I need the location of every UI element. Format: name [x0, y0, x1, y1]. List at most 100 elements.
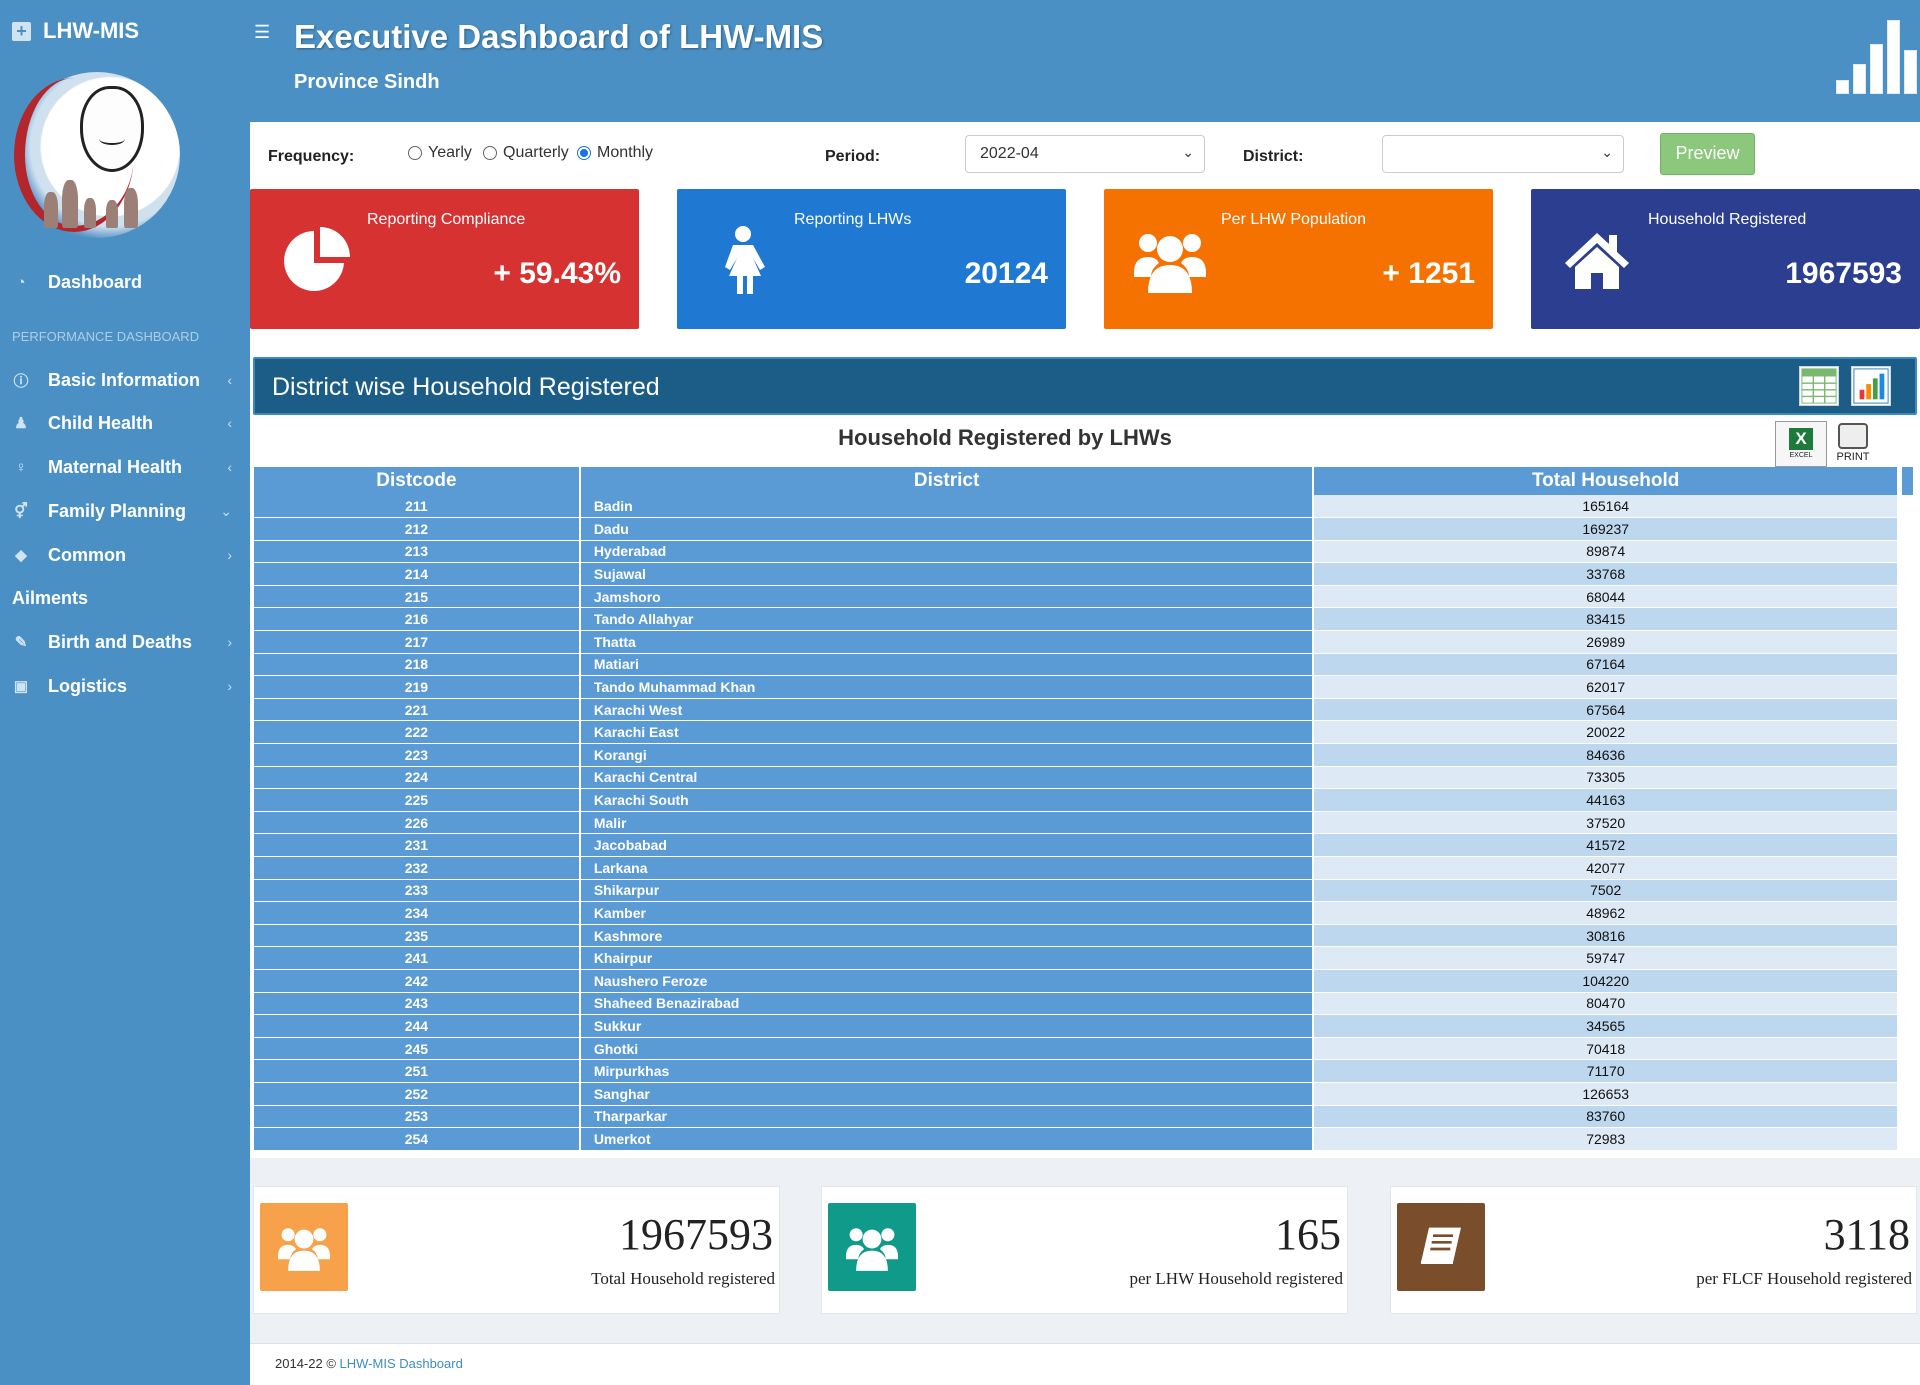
stat-label: per FLCF Household registered	[1696, 1269, 1912, 1288]
table-row: 218 Matiari 67164	[254, 653, 1899, 677]
table-row: 225 Karachi South 44163	[254, 788, 1899, 812]
sidebar-item-child-health[interactable]: ♟ Child Health ‹	[0, 405, 250, 441]
column-header-distcode[interactable]: Distcode	[254, 467, 581, 495]
sidebar-item-label: Dashboard	[48, 271, 143, 292]
card-per-lhw-population: Per LHW Population + 1251	[1104, 189, 1493, 329]
cell-total-household: 34565	[1313, 1014, 1899, 1038]
card-reporting-lhws: Reporting LHWs 20124	[677, 189, 1066, 329]
card-title: Reporting LHWs	[794, 211, 912, 228]
pie-chart-icon	[284, 227, 350, 291]
export-excel-button[interactable]: X EXCEL	[1775, 421, 1827, 467]
cell-distcode: 254	[254, 1127, 581, 1151]
lhw-logo	[14, 72, 180, 238]
cell-distcode: 231	[254, 833, 581, 857]
cell-district: Sanghar	[579, 1082, 1315, 1106]
table-row: 232 Larkana 42077	[254, 856, 1899, 880]
table-view-icon[interactable]	[1799, 366, 1839, 406]
cell-total-household: 67164	[1313, 653, 1899, 677]
cell-distcode: 225	[254, 788, 581, 812]
info-icon: ⓘ	[13, 372, 29, 390]
household-table: Distcode District Total Household 211 Bad…	[254, 467, 1899, 1151]
wrench-icon: ✎	[14, 634, 28, 651]
sidebar-item-label: Common	[48, 544, 126, 565]
radio-circle[interactable]	[483, 146, 497, 160]
cell-distcode: 233	[254, 879, 581, 903]
print-label: PRINT	[1836, 451, 1870, 463]
sidebar-item-birth-and-deaths[interactable]: ✎ Birth and Deaths ›	[0, 624, 250, 660]
cell-distcode: 211	[254, 495, 581, 519]
preview-button[interactable]: Preview	[1660, 133, 1755, 175]
cell-district: Larkana	[579, 856, 1315, 880]
period-label: Period:	[825, 148, 881, 165]
printer-icon	[1838, 423, 1868, 449]
cell-district: Karachi East	[579, 720, 1315, 745]
menu-toggle-icon[interactable]: ☰	[254, 22, 270, 43]
cell-district: Tando Allahyar	[579, 607, 1315, 632]
card-title: Household Registered	[1648, 211, 1807, 228]
chevron-right-icon: ›	[227, 634, 232, 650]
radio-yearly[interactable]: Yearly	[408, 144, 472, 162]
cell-district: Naushero Feroze	[579, 969, 1315, 993]
district-select[interactable]: ⌄	[1382, 135, 1624, 173]
chart-view-icon[interactable]	[1851, 366, 1891, 406]
cell-district: Karachi West	[579, 698, 1315, 722]
table-row: 253 Tharparkar 83760	[254, 1105, 1899, 1129]
sidebar-item-logistics[interactable]: ▣ Logistics ›	[0, 668, 250, 704]
stat-label: per LHW Household registered	[1129, 1269, 1343, 1288]
brand[interactable]: + LHW-MIS	[12, 18, 139, 44]
sidebar-item-basic-information[interactable]: ⓘ Basic Information ‹	[0, 362, 250, 398]
period-select[interactable]: 2022-04 ⌄	[965, 135, 1205, 173]
table-row: 231 Jacobabad 41572	[254, 833, 1899, 857]
cell-district: Shikarpur	[579, 879, 1315, 903]
medkit-icon: ▣	[13, 678, 29, 695]
cell-total-household: 30816	[1313, 924, 1899, 948]
sidebar-item-ailments[interactable]: Ailments	[0, 580, 250, 616]
radio-circle-selected[interactable]	[577, 146, 591, 160]
table-scrollbar[interactable]	[1902, 467, 1913, 495]
cell-district: Kashmore	[579, 924, 1315, 948]
column-header-total-household[interactable]: Total Household	[1313, 467, 1899, 495]
footer-link[interactable]: LHW-MIS Dashboard	[340, 1356, 463, 1371]
column-header-district[interactable]: District	[579, 467, 1315, 495]
filter-bar: Frequency: Yearly Quarterly Monthly Peri…	[250, 122, 1920, 190]
radio-label: Quarterly	[503, 144, 569, 161]
cell-distcode: 235	[254, 924, 581, 948]
dashboard-icon: ◔	[16, 273, 26, 291]
footer: 2014-22 © LHW-MIS Dashboard	[250, 1343, 1920, 1385]
radio-label: Monthly	[597, 144, 654, 161]
cell-distcode: 241	[254, 946, 581, 970]
cell-total-household: 41572	[1313, 833, 1899, 857]
cell-total-household: 67564	[1313, 698, 1899, 722]
cell-district: Badin	[579, 495, 1315, 519]
district-label: District:	[1243, 148, 1304, 165]
page-title: Executive Dashboard of LHW-MIS	[294, 18, 824, 55]
cell-distcode: 252	[254, 1082, 581, 1106]
sidebar-item-common[interactable]: ◆ Common ›	[0, 537, 250, 573]
radio-circle[interactable]	[408, 146, 422, 160]
chevron-right-icon: ›	[227, 678, 232, 694]
plus-square-icon: +	[12, 21, 31, 41]
cell-district: Jamshoro	[579, 585, 1315, 609]
table-header-row: Distcode District Total Household	[254, 467, 1899, 495]
cell-total-household: 20022	[1313, 720, 1899, 745]
sidebar-item-maternal-health[interactable]: ♀ Maternal Health ‹	[0, 449, 250, 485]
cell-distcode: 234	[254, 901, 581, 925]
table-row: 251 Mirpurkhas 71170	[254, 1059, 1899, 1083]
radio-quarterly[interactable]: Quarterly	[483, 144, 569, 162]
footer-text: 2014-22 ©	[275, 1356, 340, 1371]
cell-total-household: 83415	[1313, 607, 1899, 632]
print-button[interactable]: PRINT	[1832, 423, 1874, 467]
cell-district: Matiari	[579, 653, 1315, 677]
district-household-panel-header: District wise Household Registered	[253, 357, 1917, 415]
stat-per-flcf-household: 3118 per FLCF Household registered	[1390, 1186, 1917, 1314]
cell-district: Karachi Central	[579, 766, 1315, 790]
radio-monthly[interactable]: Monthly	[577, 144, 653, 162]
sidebar-item-dashboard[interactable]: ◔ Dashboard	[0, 264, 250, 300]
table-row: 212 Dadu 169237	[254, 517, 1899, 541]
cell-total-household: 126653	[1313, 1082, 1899, 1106]
cell-total-household: 71170	[1313, 1059, 1899, 1083]
stat-value: 3118	[1823, 1210, 1910, 1259]
users-icon	[260, 1203, 348, 1291]
cell-district: Ghotki	[579, 1037, 1315, 1061]
sidebar-item-family-planning[interactable]: ⚥ Family Planning ⌄	[0, 493, 250, 529]
